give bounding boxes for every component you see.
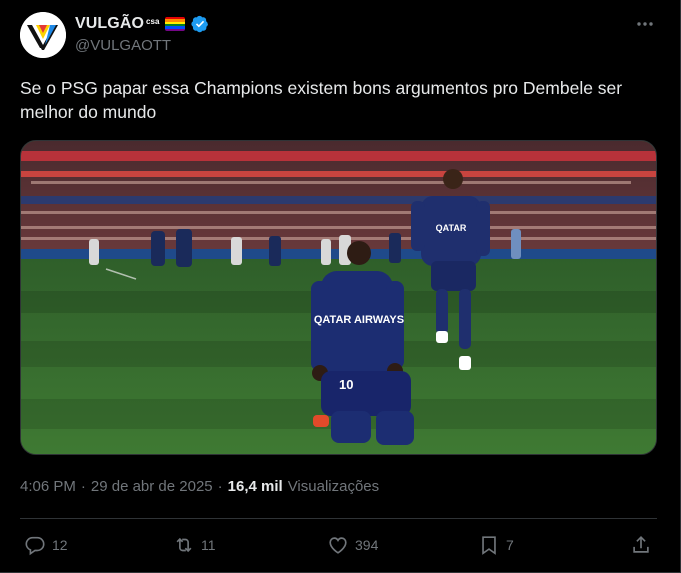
football-celebration-photo: QATAR QATAR AIRWAYS 10 — [21, 141, 656, 454]
tweet-card[interactable]: VULGÃO csa @VULGAOTT Se o PSG papar essa… — [0, 0, 681, 573]
share-icon — [633, 536, 649, 553]
reply-button[interactable]: 12 — [24, 530, 68, 560]
divider — [20, 518, 657, 519]
player-number: 10 — [339, 377, 353, 392]
author-name-row: VULGÃO csa — [75, 14, 209, 34]
bookmark-count: 7 — [506, 537, 514, 553]
affiliate-badge: csa — [146, 16, 160, 26]
bookmark-icon — [482, 536, 496, 555]
retweet-icon — [176, 537, 192, 553]
tweet-media-image[interactable]: QATAR QATAR AIRWAYS 10 — [20, 140, 657, 455]
tweet-text: Se o PSG papar essa Champions existem bo… — [20, 78, 623, 122]
retweet-count: 11 — [201, 537, 216, 553]
shirt-sponsor: QATAR AIRWAYS — [314, 314, 404, 326]
more-dots-icon — [637, 22, 653, 26]
vulgao-logo-icon — [20, 12, 66, 58]
reply-icon — [25, 536, 45, 556]
author-display-name[interactable]: VULGÃO — [75, 15, 144, 33]
rainbow-flag-icon — [165, 17, 186, 31]
reply-count: 12 — [52, 537, 68, 553]
meta-separator: · — [80, 478, 86, 495]
like-button[interactable]: 394 — [327, 530, 378, 560]
tweet-meta: 4:06 PM · 29 de abr de 2025 · 16,4 mil V… — [20, 478, 379, 495]
tweet-date[interactable]: 29 de abr de 2025 — [91, 478, 213, 495]
more-options-button[interactable] — [635, 14, 655, 34]
tweet-actions: 12 11 394 7 — [20, 530, 657, 560]
like-count: 394 — [355, 537, 379, 553]
tweet-time[interactable]: 4:06 PM — [20, 478, 76, 495]
verified-badge-icon[interactable] — [191, 15, 209, 33]
views-count: 16,4 mil — [227, 478, 283, 495]
retweet-button[interactable]: 11 — [173, 530, 216, 560]
meta-separator-2: · — [217, 478, 223, 495]
avatar[interactable] — [20, 12, 66, 58]
bookmark-button[interactable]: 7 — [478, 530, 514, 560]
author-handle[interactable]: @VULGAOTT — [75, 37, 171, 54]
heart-icon — [329, 537, 347, 554]
share-button[interactable] — [630, 530, 652, 560]
views-label: Visualizações — [287, 478, 380, 495]
shirt-sponsor-small: QATAR — [436, 223, 467, 233]
